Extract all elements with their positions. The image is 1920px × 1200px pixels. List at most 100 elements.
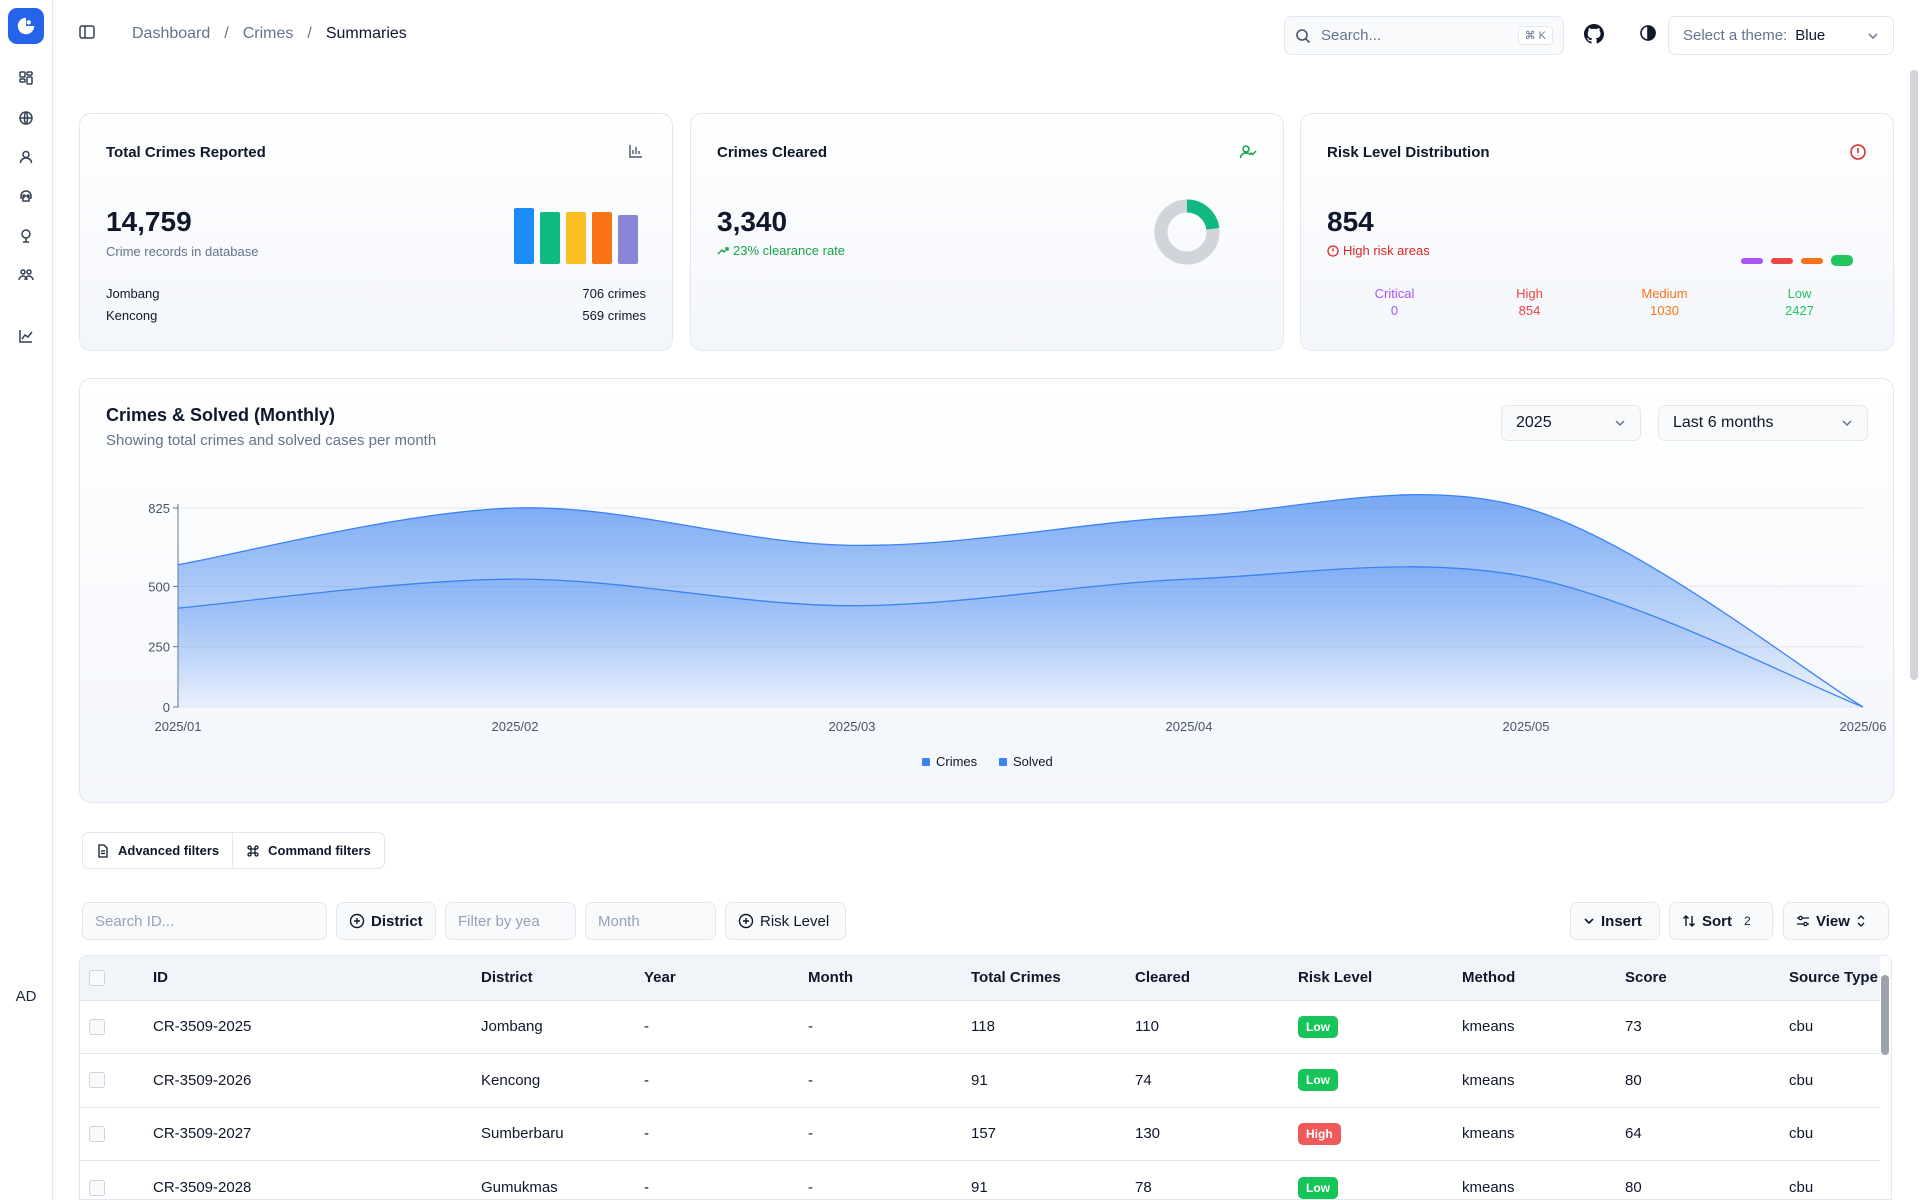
table-cell: kmeans (1462, 1071, 1515, 1089)
insert-button[interactable]: Insert (1570, 902, 1660, 940)
risk-level-label: Medium (1641, 286, 1688, 301)
risk-badge: Low (1298, 1069, 1338, 1092)
tab-command-filters[interactable]: Command filters (232, 833, 384, 868)
table-cell: CR-3509-2025 (153, 1018, 252, 1036)
x-tick-label: 2025/05 (1503, 719, 1550, 734)
table-cell: Jombang (481, 1018, 543, 1036)
breadcrumb-separator: / (224, 25, 229, 42)
card-title: Risk Level Distribution (1327, 144, 1490, 161)
column-header[interactable]: Cleared (1135, 956, 1298, 1000)
legend-swatch (999, 758, 1007, 766)
table-cell: - (808, 1179, 813, 1196)
contrast-icon[interactable] (1639, 24, 1661, 46)
month-filter-input[interactable]: Month (585, 902, 716, 940)
search-shortcut: ⌘ K (1517, 26, 1553, 45)
row-select-cell (80, 1000, 153, 1054)
github-icon[interactable] (1584, 24, 1606, 46)
view-button[interactable]: View (1783, 902, 1889, 940)
avatar[interactable]: AD (8, 978, 44, 1014)
table-cell: 91 (971, 1179, 988, 1196)
sort-icon (1683, 915, 1695, 927)
table-cell: 73 (1625, 1018, 1642, 1036)
breadcrumb-crimes[interactable]: Crimes (243, 25, 294, 43)
table-cell: 157 (971, 1125, 997, 1143)
sort-button[interactable]: Sort 2 (1669, 902, 1773, 940)
column-header[interactable]: ID (153, 956, 481, 1000)
card-risk-distribution: Risk Level Distribution 854 High risk ar… (1300, 113, 1894, 351)
search-id-placeholder: Search ID... (95, 912, 175, 930)
risk-level-value: 0 (1390, 303, 1399, 318)
chart-line-icon[interactable] (14, 324, 38, 348)
legend-label: Crimes (936, 754, 978, 769)
district-filter-button[interactable]: District (336, 902, 436, 940)
column-header[interactable]: District (481, 956, 644, 1000)
risk-level-low: Low 2427 (1745, 286, 1855, 318)
table-cell: kmeans (1462, 1179, 1515, 1196)
table-cell: CR-3509-2026 (153, 1071, 252, 1089)
table-cell: - (644, 1125, 649, 1143)
table-row[interactable]: CR-3509-2025 Jombang - - 118 110 Low kmeans 73 cb… (80, 1000, 1880, 1054)
risk-badge: Low (1298, 1176, 1338, 1199)
row-checkbox[interactable] (89, 1072, 105, 1089)
area-chart: 0 250 500 825 2025/01 2025/02 2025/03 2025/04 20… (148, 493, 1887, 769)
x-tick-label: 2025/03 (829, 719, 876, 734)
column-header[interactable]: Method (1462, 956, 1625, 1000)
top-header: Dashboard / Crimes / Summaries Search...… (54, 0, 1920, 70)
card-crimes-cleared: Crimes Cleared 3,340 23% clearance rate (690, 113, 1284, 351)
district-row: Kencong 569 crimes (106, 308, 646, 323)
user-icon[interactable] (14, 145, 38, 169)
globe-icon[interactable] (14, 106, 38, 130)
column-header[interactable]: Month (808, 956, 971, 1000)
table-row[interactable]: CR-3509-2027 Sumberbaru - - 157 130 High kmeans… (80, 1107, 1880, 1161)
fingerprint-icon[interactable] (14, 224, 38, 248)
table-cell: Low (1298, 1161, 1462, 1200)
row-checkbox[interactable] (89, 1125, 105, 1142)
table-cell: 80 (1625, 1071, 1642, 1089)
risk-levels: Critical 0 High 854 Medium 1030 Low 2427 (1327, 286, 1867, 318)
risk-pill (1831, 255, 1853, 266)
table-row[interactable]: CR-3509-2026 Kencong - - 91 74 Low kmeans 80 cbu (80, 1053, 1880, 1108)
page-scrollbar[interactable] (1910, 70, 1918, 680)
row-checkbox[interactable] (89, 1018, 105, 1035)
risk-filter-button[interactable]: Risk Level (725, 902, 846, 940)
search-id-input[interactable]: Search ID... (82, 902, 327, 940)
row-checkbox[interactable] (89, 1179, 105, 1196)
row-select-cell (80, 1161, 153, 1200)
skull-icon[interactable] (14, 184, 38, 208)
mini-bar (540, 212, 560, 264)
theme-select[interactable]: Select a theme: Blue (1668, 16, 1894, 55)
table-cell: kmeans (1462, 1125, 1515, 1143)
command-icon (247, 844, 259, 857)
column-header[interactable]: Total Crimes (971, 956, 1135, 1000)
table-scrollbar[interactable] (1881, 975, 1889, 1055)
year-filter-placeholder: Filter by yea (458, 912, 540, 930)
x-tick-label: 2025/06 (1840, 719, 1887, 734)
table-row[interactable]: CR-3509-2028 Gumukmas - - 91 78 Low kmeans 80 cbu (80, 1160, 1880, 1200)
tab-advanced-filters[interactable]: Advanced filters (83, 833, 232, 868)
column-header[interactable]: Source Type (1789, 956, 1880, 1000)
table-cell: CR-3509-2027 (153, 1125, 252, 1143)
search-placeholder: Search... (1321, 27, 1382, 44)
alert-icon (1327, 244, 1339, 257)
year-filter-input[interactable]: Filter by yea (445, 902, 576, 940)
mini-bar (514, 208, 534, 264)
users-icon[interactable] (14, 263, 38, 287)
table-cell: Low (1298, 1054, 1462, 1108)
sidebar-toggle-icon[interactable] (78, 23, 100, 45)
column-header[interactable]: Risk Level (1298, 956, 1462, 1000)
dashboard-icon[interactable] (14, 66, 38, 90)
theme-label: Select a theme: (1683, 27, 1788, 44)
breadcrumb-dashboard[interactable]: Dashboard (132, 25, 210, 43)
column-header[interactable]: Year (644, 956, 808, 1000)
select-all-checkbox[interactable] (89, 969, 105, 986)
chevron-down-icon (1868, 32, 1878, 39)
sidebar: AD (0, 0, 53, 1200)
district-name: Kencong (106, 308, 158, 323)
risk-level-medium: Medium 1030 (1610, 286, 1720, 318)
risk-level-high: High 854 (1475, 286, 1585, 318)
card-subtitle: Crime records in database (106, 244, 259, 259)
global-search[interactable]: Search... ⌘ K (1284, 16, 1564, 55)
column-header[interactable]: Score (1625, 956, 1789, 1000)
app-logo[interactable] (8, 8, 44, 44)
select-all-cell (80, 956, 153, 1000)
